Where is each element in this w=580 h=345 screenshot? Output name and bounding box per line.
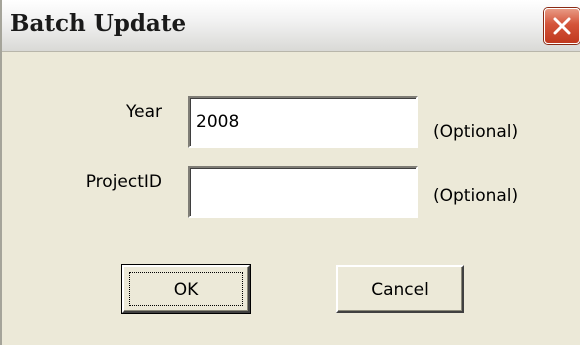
year-optional-hint: (Optional)	[433, 122, 519, 142]
title-bar: Batch Update	[2, 0, 580, 52]
ok-button-label: OK	[173, 280, 199, 300]
project-id-label: ProjectID	[85, 172, 162, 192]
ok-button[interactable]: OK	[121, 264, 251, 314]
year-input[interactable]	[188, 96, 418, 148]
batch-update-dialog: Batch Update Year (Optional) ProjectID (…	[0, 0, 580, 345]
cancel-button[interactable]: Cancel	[336, 265, 464, 313]
close-button[interactable]	[544, 8, 580, 44]
cancel-button-label: Cancel	[371, 280, 429, 300]
close-x-icon	[553, 17, 571, 35]
year-label: Year	[126, 102, 162, 122]
dialog-title: Batch Update	[10, 10, 187, 37]
project-id-optional-hint: (Optional)	[433, 186, 519, 206]
project-id-input[interactable]	[188, 166, 418, 218]
